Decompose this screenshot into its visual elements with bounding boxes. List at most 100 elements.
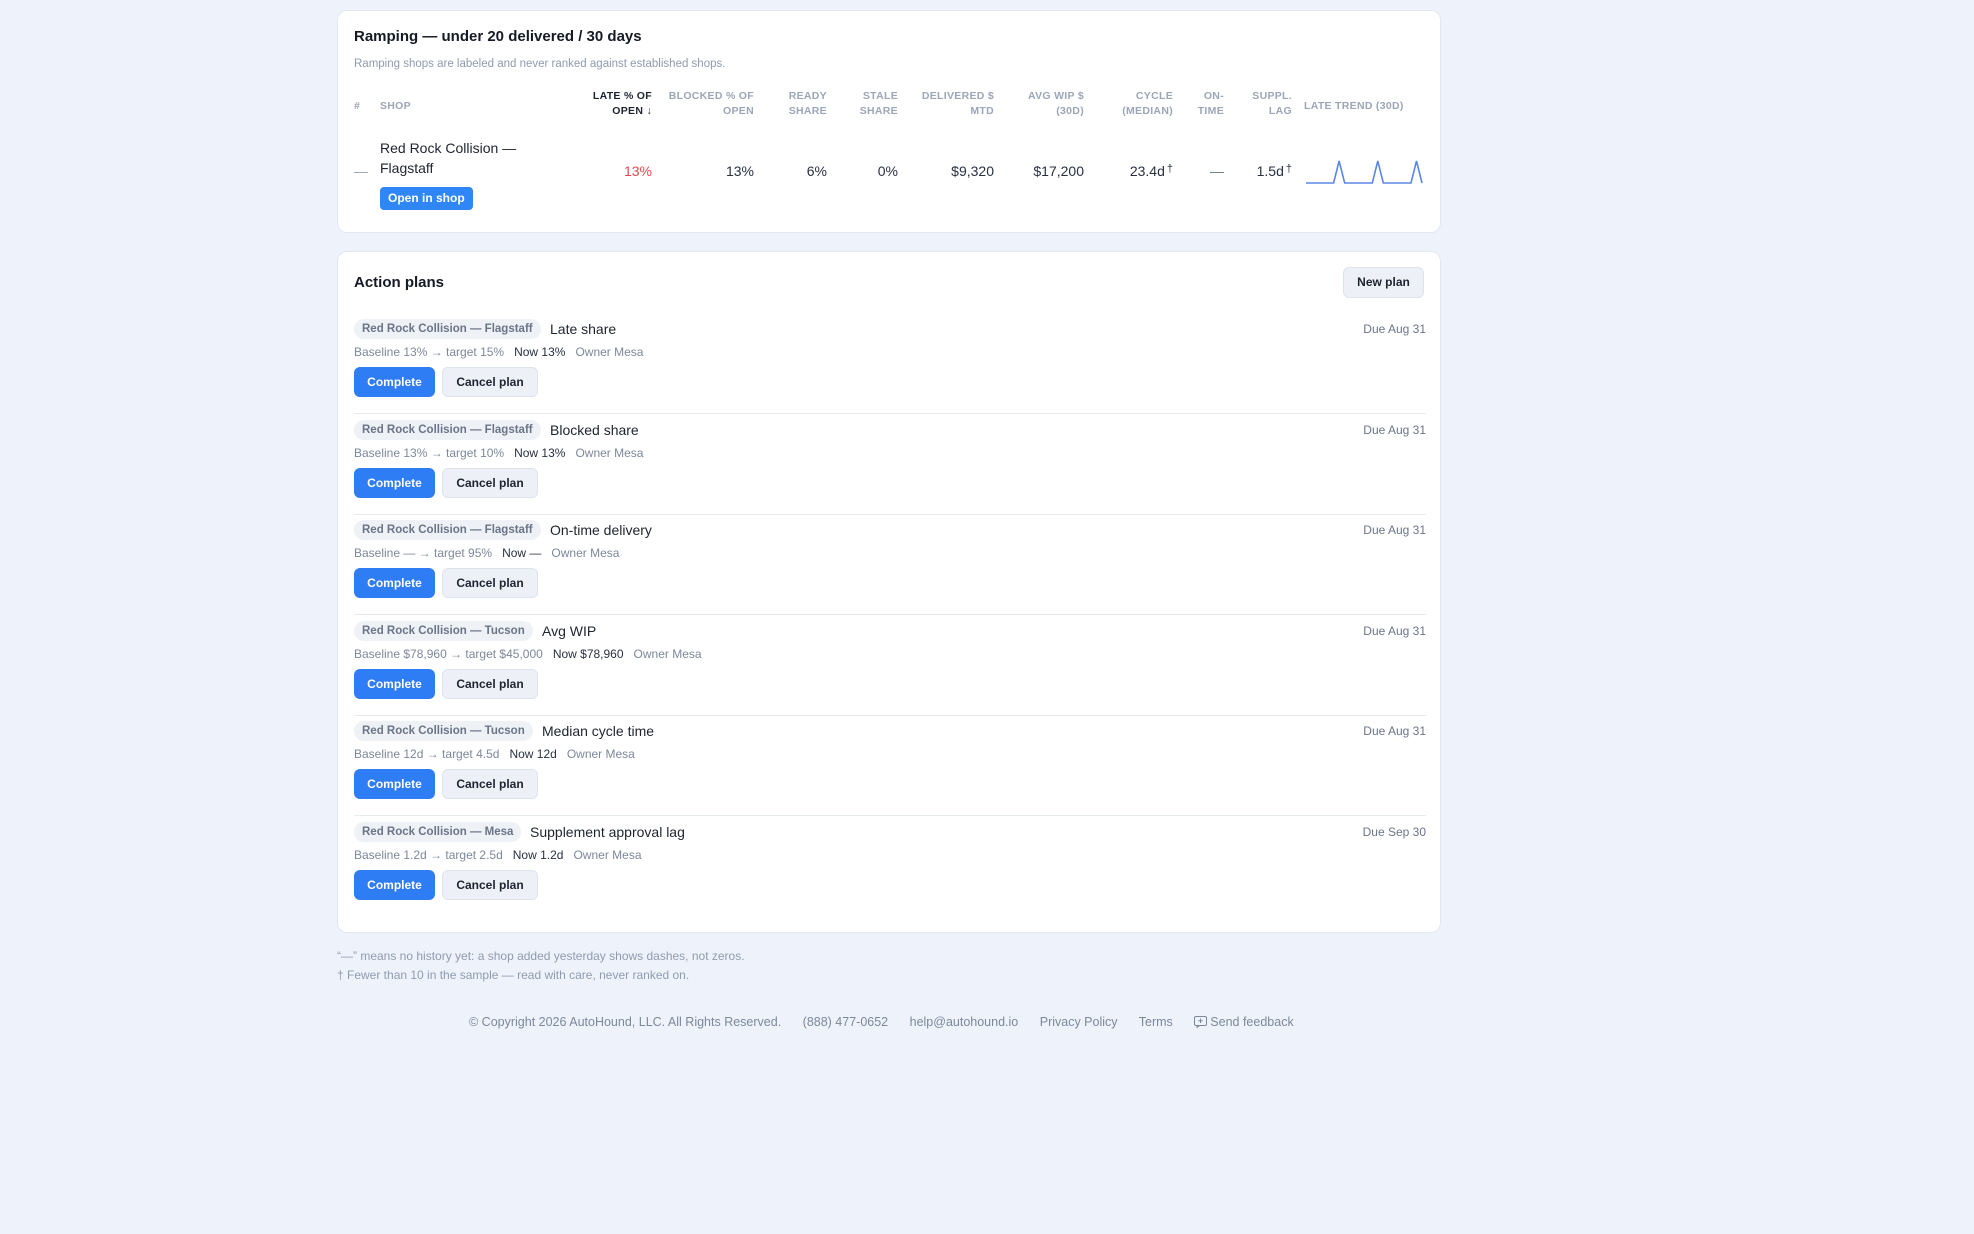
col-delivered-header[interactable]: DELIVERED $ MTD [922, 89, 994, 119]
plan-baseline: Baseline 13% → target 15% [354, 345, 505, 359]
plan-shop-tag: Red Rock Collision — Mesa [354, 822, 522, 842]
footer-email[interactable]: help@autohound.io [910, 1015, 1019, 1029]
plan-baseline: Baseline $78,960 → target $45,000 [354, 647, 543, 661]
col-ready-header-line2: SHARE [788, 105, 827, 117]
footer-terms-link[interactable]: Terms [1139, 1015, 1173, 1029]
col-ready-header-line1: READY [788, 90, 827, 102]
complete-button[interactable]: Complete [354, 468, 435, 498]
footer-copyright: © Copyright 2026 AutoHound, LLC. All Rig… [469, 1015, 782, 1029]
plan-due-date: Due Aug 31 [1363, 322, 1426, 336]
col-ontime-header[interactable]: ON- TIME [1198, 89, 1224, 119]
col-suppl-header[interactable]: SUPPL. LAG [1252, 89, 1292, 119]
cell-delivered: $9,320 [951, 163, 994, 179]
cycle-dagger-mark: † [1166, 163, 1173, 175]
col-avg-wip-header-line2: (30D) [1056, 105, 1084, 117]
col-blocked-header-line2: OPEN [723, 105, 754, 117]
plan-now: Now $78,960 [552, 647, 624, 661]
action-plan-row: Red Rock Collision — Tucson Avg WIP Due Au… [354, 615, 1426, 716]
footer-phone[interactable]: (888) 477-0652 [803, 1015, 888, 1029]
col-avg-wip-header-line1: AVG WIP $ [1028, 90, 1084, 102]
ramping-card: Ramping — under 20 delivered / 30 days R… [337, 10, 1441, 233]
col-avg-wip-header[interactable]: AVG WIP $ (30D) [1028, 89, 1084, 119]
row-rank: — [354, 163, 368, 179]
col-cycle-header[interactable]: CYCLE (MEDIAN) [1122, 89, 1173, 119]
col-ontime-header-line2: TIME [1197, 105, 1224, 117]
col-stale-header[interactable]: STALE SHARE [860, 89, 898, 119]
plan-details: Baseline $78,960 → target $45,000 Now $78… [354, 647, 702, 661]
plan-metric: Avg WIP [542, 623, 597, 639]
plan-due-date: Due Sep 30 [1362, 825, 1426, 839]
cell-late: 13% [623, 163, 652, 179]
col-suppl-header-line2: LAG [1268, 105, 1292, 117]
plan-due-date: Due Aug 31 [1363, 523, 1426, 537]
col-suppl-header-line1: SUPPL. [1252, 90, 1292, 102]
plan-details: Baseline 1.2d → target 2.5d Now 1.2d Owner… [354, 848, 642, 862]
row-shop-name: Red Rock Collision — Flagstaff [380, 140, 517, 176]
plan-now: Now 1.2d [512, 848, 564, 862]
dash-note: “—” means no history yet: a shop added y… [337, 949, 745, 963]
col-delivered-header-line2: MTD [970, 105, 994, 117]
new-plan-button[interactable]: New plan [1343, 267, 1424, 298]
plan-baseline: Baseline 13% → target 10% [354, 446, 505, 460]
cell-suppl: 1.5d † [1257, 163, 1292, 179]
cell-cycle: 23.4d † [1130, 163, 1173, 179]
action-plans-title: Action plans [354, 274, 445, 291]
cancel-plan-button[interactable]: Cancel plan [442, 568, 538, 598]
col-num-header: # [354, 100, 361, 112]
action-plan-row: Red Rock Collision — Flagstaff On-time de… [354, 514, 1426, 615]
plan-shop-tag: Red Rock Collision — Tucson [354, 621, 533, 641]
plan-now: Now — [502, 546, 542, 560]
dagger-note: † Fewer than 10 in the sample — read wit… [337, 968, 690, 982]
plan-owner: Owner Mesa [633, 647, 702, 661]
plan-due-date: Due Aug 31 [1363, 624, 1426, 638]
cancel-plan-button[interactable]: Cancel plan [442, 468, 538, 498]
send-feedback-link[interactable]: Send feedback [1194, 1015, 1311, 1029]
plan-baseline: Baseline 12d → target 4.5d [354, 747, 500, 761]
plan-now: Now 12d [509, 747, 557, 761]
cancel-plan-button[interactable]: Cancel plan [442, 669, 538, 699]
cancel-plan-button[interactable]: Cancel plan [442, 769, 538, 799]
send-feedback-label: Send feedback [1210, 1015, 1294, 1029]
complete-button[interactable]: Complete [354, 669, 435, 699]
cell-stale: 0% [877, 163, 898, 179]
plan-details: Baseline 12d → target 4.5d Now 12d Owner M… [354, 747, 635, 761]
col-ready-header[interactable]: READY SHARE [789, 89, 827, 119]
plan-shop-tag: Red Rock Collision — Flagstaff [354, 420, 541, 440]
plan-due-date: Due Aug 31 [1363, 724, 1426, 738]
col-blocked-header[interactable]: BLOCKED % OF OPEN [669, 89, 754, 119]
complete-button[interactable]: Complete [354, 367, 435, 397]
suppl-dagger-mark: † [1285, 163, 1292, 175]
plan-metric: Late share [550, 321, 617, 337]
plan-owner: Owner Mesa [575, 446, 644, 460]
col-delivered-header-line1: DELIVERED $ [921, 90, 994, 102]
plan-now: Now 13% [514, 345, 566, 359]
footer: © Copyright 2026 AutoHound, LLC. All Rig… [469, 1015, 1330, 1029]
col-late-header[interactable]: LATE % OF OPEN ↓ [593, 89, 652, 119]
plan-details: Baseline 13% → target 10% Now 13% Owner Me… [354, 446, 643, 460]
plan-details: Baseline — → target 95% Now — Owner Mesa [354, 546, 619, 560]
cancel-plan-button[interactable]: Cancel plan [442, 367, 538, 397]
complete-button[interactable]: Complete [354, 870, 435, 900]
col-shop-header[interactable]: SHOP [380, 99, 411, 114]
ramping-title: Ramping — under 20 delivered / 30 days [354, 28, 642, 45]
cell-ready: 6% [806, 163, 827, 179]
plan-shop-tag: Red Rock Collision — Tucson [354, 721, 533, 741]
plan-metric: Median cycle time [542, 723, 655, 739]
footer-privacy-link[interactable]: Privacy Policy [1040, 1015, 1118, 1029]
plan-baseline: Baseline 1.2d → target 2.5d [354, 848, 503, 862]
plan-owner: Owner Mesa [575, 345, 644, 359]
col-stale-header-line1: STALE [862, 90, 898, 102]
complete-button[interactable]: Complete [354, 568, 435, 598]
action-plans-card: Action plans New plan Red Rock Collision… [337, 251, 1441, 933]
cell-avg-wip: $17,200 [1033, 163, 1084, 179]
cell-suppl-value: 1.5d [1256, 163, 1284, 179]
open-in-shop-button[interactable]: Open in shop [380, 187, 473, 210]
plan-metric: Supplement approval lag [530, 824, 685, 840]
col-trend-header: LATE TREND (30D) [1304, 100, 1404, 112]
complete-button[interactable]: Complete [354, 769, 435, 799]
plan-shop-tag: Red Rock Collision — Flagstaff [354, 319, 541, 339]
cancel-plan-button[interactable]: Cancel plan [442, 870, 538, 900]
action-plan-row: Red Rock Collision — Tucson Median cycle … [354, 715, 1426, 816]
sparkline-series [1306, 160, 1423, 184]
feedback-icon [1194, 1016, 1208, 1029]
